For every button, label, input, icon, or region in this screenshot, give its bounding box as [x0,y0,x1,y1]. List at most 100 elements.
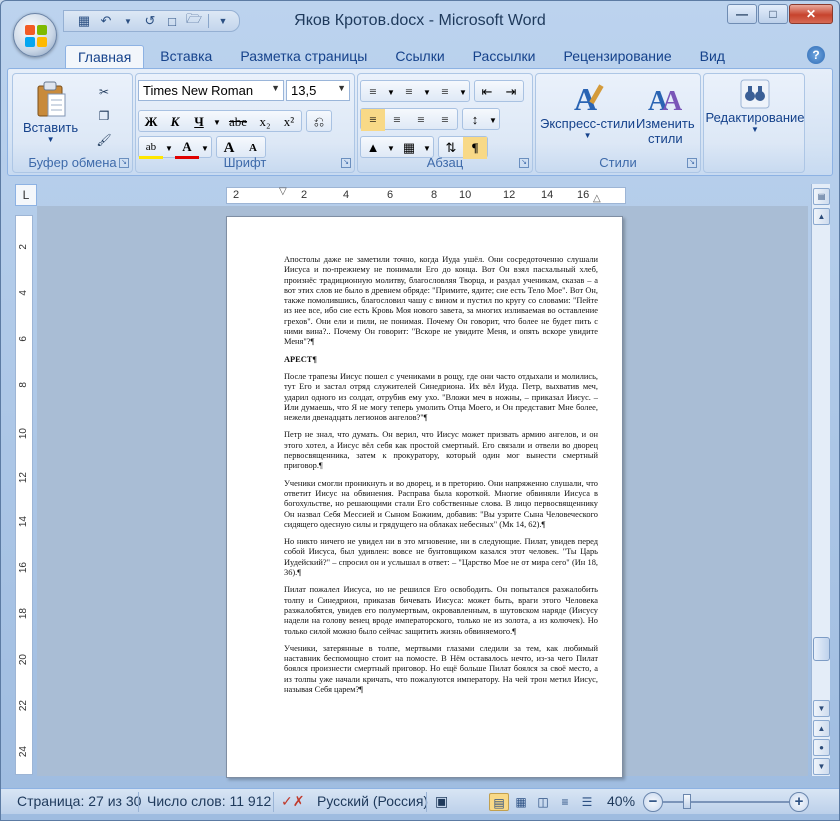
paste-button[interactable]: Вставить ▼ [23,80,78,144]
binoculars-icon [740,79,770,109]
styles-group-label: Стили [599,155,637,170]
macro-record-icon[interactable]: ▣ [435,793,448,810]
indent-marker-icon[interactable]: ▽ [279,186,287,197]
zoom-in-icon[interactable]: + [789,792,809,812]
outline-icon[interactable]: ≡ [555,793,575,811]
horizontal-ruler[interactable]: 2 2 4 6 8 10 12 14 16 ▽ △ [226,186,626,204]
previous-page-icon[interactable]: ▲ [813,720,830,737]
paragraph[interactable]: Апостолы даже не заметили точно, когда И… [284,255,598,348]
right-indent-marker-icon[interactable]: △ [593,193,601,204]
word-count[interactable]: Число слов: 11 912 [147,793,271,809]
superscript-button[interactable]: x² [277,111,301,133]
tab-review[interactable]: Рецензирование [552,45,684,69]
zoom-out-icon[interactable]: − [643,792,663,812]
cut-icon[interactable]: ✂ [93,82,115,102]
chevron-down-icon[interactable]: ▼ [385,81,397,103]
page-count[interactable]: Страница: 27 из 30 [17,793,141,809]
justify-icon[interactable]: ≡ [433,109,457,131]
paragraph[interactable]: Ученики, затерянные в толпе, мертвыми гл… [284,644,598,695]
decrease-indent-icon[interactable]: ⇤ [475,81,499,103]
scroll-thumb[interactable] [813,637,830,661]
document-area[interactable]: Апостолы даже не заметили точно, когда И… [37,206,808,778]
clipboard-group-label: Буфер обмена [28,155,117,170]
paragraph[interactable]: Но никто ничего не увидел ни в это мгнов… [284,537,598,578]
strikethrough-button[interactable]: abe [223,111,253,133]
window-title: Яков Кротов.docx - Microsoft Word [294,12,546,29]
font-size-combo[interactable]: 13,5 ▼ [286,80,350,101]
web-layout-icon[interactable]: ◫ [533,793,553,811]
chevron-down-icon[interactable]: ▼ [211,111,223,133]
bold-button[interactable]: Ж [139,111,163,133]
office-logo-icon [25,25,47,47]
ruler-tick: 18 [18,608,29,620]
editing-group: Редактирование ▼ [703,73,805,173]
paragraph[interactable]: Петр не знал, что думать. Он верил, что … [284,430,598,471]
chevron-down-icon[interactable]: ▼ [487,109,499,131]
select-browse-object-icon[interactable]: ● [813,739,830,756]
print-layout-icon[interactable]: ▤ [489,793,509,811]
styles-launcher-icon[interactable]: ↘ [687,158,697,168]
next-page-icon[interactable]: ▼ [813,758,830,775]
copy-icon[interactable]: ❐ [93,106,115,126]
font-launcher-icon[interactable]: ↘ [341,158,351,168]
font-name-combo[interactable]: Times New Roman ▼ [138,80,284,101]
draft-icon[interactable]: ☰ [577,793,597,811]
section-heading[interactable]: АРЕСТ¶ [284,355,598,365]
editing-button[interactable]: Редактирование ▼ [705,78,805,134]
tab-view[interactable]: Вид [688,45,737,69]
change-case-icon[interactable]: ⎌ [307,111,331,133]
title-bar: ▦ ↶ ▼ ↺ □ 🗁 ▼ Яков Кротов.docx - Microso… [1,1,839,41]
numbering-icon[interactable]: ≡ [397,81,421,103]
paragraph[interactable]: Ученики смогли проникнуть и во дворец, и… [284,479,598,530]
chevron-down-icon[interactable]: ▼ [421,81,433,103]
paragraph[interactable]: После трапезы Иисус пошел с учениками в … [284,372,598,423]
chevron-down-icon[interactable]: ▼ [457,81,469,103]
tab-selector-button[interactable]: L [15,184,37,206]
paragraph-launcher-icon[interactable]: ↘ [519,158,529,168]
line-spacing-icon[interactable]: ↕ [463,109,487,131]
zoom-slider[interactable] [663,801,789,803]
close-button[interactable]: ✕ [789,4,833,24]
ruler-tick: 4 [343,189,350,201]
tab-mailings[interactable]: Рассылки [461,45,548,69]
office-button[interactable] [13,13,57,57]
underline-button[interactable]: Ч [187,111,211,133]
proofing-icon[interactable]: ✓✗ [281,793,304,810]
change-styles-button[interactable]: A A Изменить стили [636,80,695,146]
format-painter-icon[interactable]: 🖌 [93,130,115,150]
maximize-button[interactable]: □ [758,4,788,24]
scroll-down-icon[interactable]: ▼ [813,700,830,717]
paragraph[interactable]: Пилат пожалел Иисуса, но не решился Его … [284,585,598,636]
minimize-button[interactable]: — [727,4,757,24]
tab-references[interactable]: Ссылки [383,45,456,69]
bullets-icon[interactable]: ≡ [361,81,385,103]
full-screen-reading-icon[interactable]: ▦ [511,793,531,811]
zoom-thumb[interactable] [683,794,691,809]
italic-button[interactable]: К [163,111,187,133]
scroll-up-icon[interactable]: ▲ [813,208,830,225]
tab-insert[interactable]: Вставка [148,45,224,69]
page-text[interactable]: Апостолы даже не заметили точно, когда И… [284,255,598,702]
chevron-down-icon: ▼ [583,131,592,140]
tab-page-layout[interactable]: Разметка страницы [228,45,379,69]
document-page[interactable]: Апостолы даже не заметили точно, когда И… [226,216,623,778]
svg-text:A: A [662,86,683,116]
status-separator [273,792,274,812]
subscript-button[interactable]: x₂ [253,111,277,133]
vertical-scrollbar[interactable]: ▤ ▲ ▼ ▲ ● ▼ [811,184,830,776]
multilevel-list-icon[interactable]: ≡ [433,81,457,103]
ruler-tick: 2 [233,189,240,201]
help-icon[interactable]: ? [807,46,825,64]
increase-indent-icon[interactable]: ⇥ [499,81,523,103]
zoom-level[interactable]: 40% [607,793,635,809]
align-center-icon[interactable]: ≡ [385,109,409,131]
quick-styles-button[interactable]: A Экспресс-стили ▼ [540,80,635,140]
align-right-icon[interactable]: ≡ [409,109,433,131]
paste-label: Вставить [23,120,79,135]
tab-home[interactable]: Главная [65,45,145,69]
vertical-ruler[interactable]: 2 4 6 8 10 12 14 16 18 20 22 24 [15,215,33,775]
align-left-icon[interactable]: ≡ [361,109,385,131]
ruler-toggle-icon[interactable]: ▤ [813,188,830,205]
language[interactable]: Русский (Россия) [317,793,428,809]
clipboard-launcher-icon[interactable]: ↘ [119,158,129,168]
